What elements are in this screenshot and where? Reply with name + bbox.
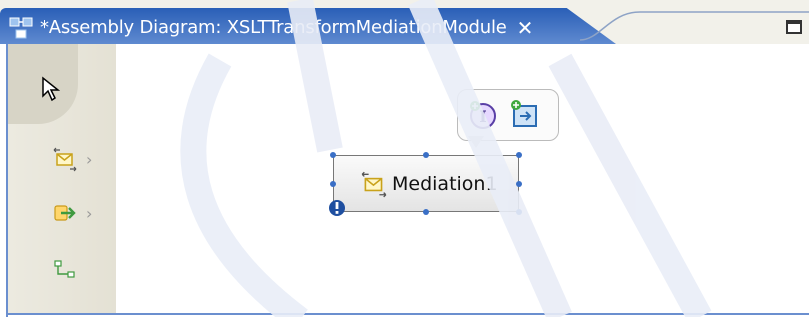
resize-handle-right[interactable] — [516, 181, 522, 187]
close-tab-button[interactable]: ✕ — [517, 15, 534, 41]
wire-connection-icon — [54, 260, 75, 278]
canvas-bottom-border — [6, 313, 809, 315]
editor-tab-strip: *Assembly Diagram: XSLTTransformMediatio… — [0, 0, 809, 44]
hover-action-bar: I — [457, 89, 559, 141]
resize-handle-bottom[interactable] — [423, 209, 429, 215]
palette-item-import[interactable]: › — [52, 200, 92, 226]
callout-pointer — [468, 136, 484, 148]
mediation-component-node[interactable]: Mediation1 — [333, 155, 519, 212]
maximize-button[interactable] — [786, 20, 802, 34]
resize-handle-bottom-right[interactable] — [516, 209, 522, 215]
assembly-diagram-icon — [9, 17, 33, 39]
chevron-right-icon: › — [86, 149, 93, 169]
add-interface-icon[interactable]: I — [466, 98, 500, 132]
mediation-flow-icon — [361, 171, 387, 198]
add-reference-icon[interactable] — [508, 98, 542, 132]
node-label[interactable]: Mediation1 — [392, 173, 498, 195]
mediation-flow-icon — [53, 147, 77, 172]
resize-handle-top-left[interactable] — [330, 152, 336, 158]
chevron-right-icon: › — [86, 203, 93, 223]
editor-tab-title[interactable]: *Assembly Diagram: XSLTTransformMediatio… — [40, 15, 507, 41]
import-icon — [54, 205, 76, 221]
svg-text:I: I — [479, 107, 486, 126]
resize-handle-left[interactable] — [330, 181, 336, 187]
selection-arrow-icon — [42, 76, 61, 102]
palette-item-mediation[interactable]: › — [52, 146, 92, 172]
resize-handle-top[interactable] — [423, 152, 429, 158]
node-content: Mediation1 — [360, 170, 498, 198]
error-badge-icon — [329, 200, 345, 216]
palette-item-select[interactable] — [40, 76, 62, 102]
tab-header: *Assembly Diagram: XSLTTransformMediatio… — [8, 15, 533, 41]
resize-handle-top-right[interactable] — [516, 152, 522, 158]
palette-item-wire[interactable] — [52, 256, 78, 282]
